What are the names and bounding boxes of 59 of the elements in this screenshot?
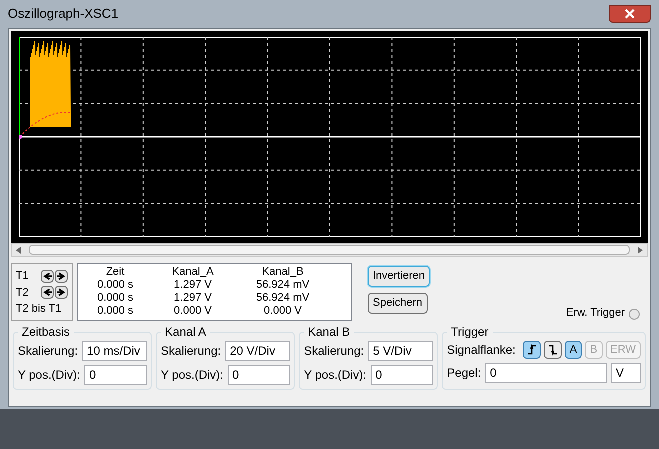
scale-field[interactable]: 5 V/Div <box>368 341 434 361</box>
field-label: Y pos.(Div): <box>18 367 80 384</box>
rising-edge-icon <box>526 343 538 357</box>
table-cell-text: 56.924 mV <box>255 292 311 305</box>
unit-field[interactable]: V <box>611 363 642 383</box>
right-arrow-button[interactable] <box>55 270 68 283</box>
field-label: Skalierung: <box>18 343 78 360</box>
cursor-label: T2 bis T1 <box>16 302 62 317</box>
right-arrow-icon <box>57 288 66 298</box>
level-field[interactable]: 0 <box>485 363 608 383</box>
column-header: Kanal_B <box>261 266 305 279</box>
close-icon <box>625 9 635 19</box>
scale-field[interactable]: 10 ms/Div <box>82 341 148 361</box>
position-field[interactable]: 0 <box>370 365 434 385</box>
table-cell-text: 0.000 V <box>173 305 213 318</box>
field-label: Skalierung: <box>161 343 222 360</box>
column-header: Zeit <box>105 266 126 279</box>
table-cell-text: 1.297 V <box>173 279 213 292</box>
left-arrow-button[interactable] <box>41 286 54 300</box>
window-title: Oszillograph-XSC1 <box>8 5 119 24</box>
cursor-label: T2 <box>16 286 29 300</box>
rising-edge-button[interactable] <box>522 341 541 359</box>
table-cell-text: 56.924 mV <box>255 279 311 292</box>
group-title: Kanal A <box>164 324 208 341</box>
position-field[interactable]: 0 <box>84 365 148 385</box>
left-arrow-icon <box>16 246 21 254</box>
field-label: Skalierung: <box>304 343 364 360</box>
trigger-radio[interactable] <box>629 309 640 320</box>
group-title: Trigger <box>450 324 490 341</box>
cursor-label: T1 <box>16 269 29 284</box>
action-button[interactable]: Invertieren <box>368 266 430 287</box>
checkbox-label: Erw. Trigger <box>566 306 625 320</box>
table-cell-text: 0.000 V <box>263 305 303 318</box>
group-title: Zeitbasis <box>21 324 72 341</box>
right-arrow-icon <box>57 272 66 281</box>
left-arrow-icon <box>43 272 52 281</box>
field-label: Pegel: <box>447 365 482 382</box>
table-cell-text: 0.000 s <box>96 279 135 292</box>
field-label: Y pos.(Div): <box>161 367 224 384</box>
position-field[interactable]: 0 <box>228 365 290 385</box>
scrollbar-thumb[interactable] <box>29 245 630 255</box>
right-arrow-button[interactable] <box>55 286 68 300</box>
source-button[interactable]: A <box>564 341 582 359</box>
column-header: Kanal_A <box>171 266 215 279</box>
action-button[interactable]: Speichern <box>368 293 428 314</box>
group-title: Kanal B <box>307 324 352 341</box>
scale-field[interactable]: 20 V/Div <box>225 341 290 361</box>
left-arrow-icon <box>43 288 52 298</box>
falling-edge-icon <box>546 343 559 357</box>
table-cell-text: 1.297 V <box>173 292 213 305</box>
right-arrow-icon <box>638 246 643 254</box>
field-label: Y pos.(Div): <box>304 367 367 384</box>
left-arrow-button[interactable] <box>41 270 54 283</box>
table-cell-text: 0.000 s <box>96 305 135 318</box>
table-cell-text: 0.000 s <box>96 292 135 305</box>
horizontal-scrollbar[interactable] <box>11 243 648 257</box>
close-button[interactable] <box>609 5 651 23</box>
falling-edge-button[interactable] <box>544 341 562 359</box>
field-label: Signalflanke: <box>447 342 516 359</box>
